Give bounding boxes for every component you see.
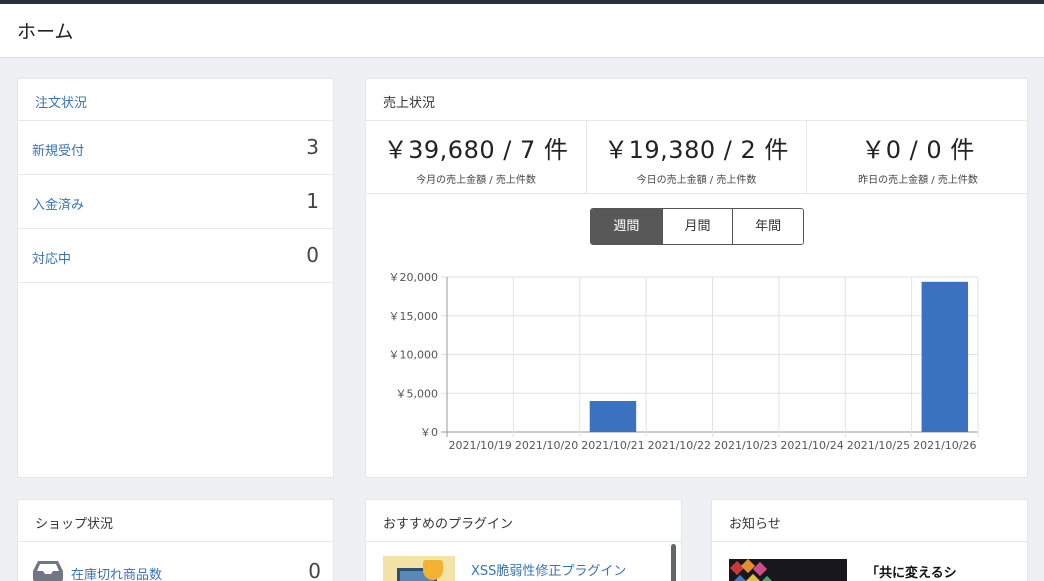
order-status-title[interactable]: 注文状況 — [18, 79, 333, 121]
kpi-caption: 今月の売上金額 / 売上件数 — [416, 175, 536, 186]
page-title: ホーム — [17, 21, 74, 43]
sales-bar-chart: ￥0 ￥5,000 ￥10,000 ￥15,000 ￥20,000 2021/10/19 2… — [389, 271, 979, 452]
plugin-link[interactable]: XSS脆弱性修正プラグイン — [471, 560, 626, 579]
kpi-today: ￥19,380 / 2 件 今日の売上金額 / 売上件数 — [586, 121, 806, 194]
y-tick-label: ￥15,000 — [389, 310, 439, 323]
news-title: お知らせ — [712, 500, 1027, 542]
x-tick-label: 2021/10/19 — [448, 439, 511, 452]
plugins-scrollbar[interactable] — [671, 544, 676, 581]
kpi-caption: 今日の売上金額 / 売上件数 — [636, 175, 757, 186]
order-status-card: 注文状況 新規受付 3 入金済み 1 対応中 0 — [17, 78, 334, 478]
bar — [921, 281, 969, 432]
kpi-value: ￥39,680 / 7 件 — [383, 136, 569, 164]
tab-weekly[interactable]: 週間 — [591, 209, 662, 244]
plugin-thumbnail[interactable] — [383, 556, 455, 581]
hex-shape — [752, 561, 768, 577]
order-row-new[interactable]: 新規受付 3 — [18, 121, 333, 175]
kpi-month: ￥39,680 / 7 件 今月の売上金額 / 売上件数 — [366, 121, 586, 194]
order-row-count: 1 — [306, 189, 319, 213]
order-row-count: 3 — [306, 135, 319, 159]
news-card: お知らせ 「共に変えるシ — [711, 499, 1028, 581]
out-of-stock-link[interactable]: 在庫切れ商品数 — [71, 564, 162, 581]
period-toggle: 週間 月間 年間 — [590, 208, 804, 245]
page-header: ホーム — [0, 4, 1044, 58]
x-tick-label: 2021/10/24 — [780, 439, 843, 452]
y-tick-label: ￥5,000 — [396, 387, 439, 400]
hex-shape — [759, 575, 775, 581]
tab-yearly[interactable]: 年間 — [732, 209, 803, 244]
kpi-yesterday: ￥0 / 0 件 昨日の売上金額 / 売上件数 — [806, 121, 1027, 194]
kpi-value: ￥0 / 0 件 — [861, 136, 975, 164]
shop-status-card: ショップ状況 在庫切れ商品数 0 — [17, 499, 334, 581]
bar — [589, 401, 637, 432]
x-tick-label: 2021/10/25 — [847, 439, 910, 452]
x-tick-label: 2021/10/21 — [581, 439, 644, 452]
order-row-in-progress[interactable]: 対応中 0 — [18, 229, 333, 283]
kpi-value: ￥19,380 / 2 件 — [604, 136, 789, 164]
out-of-stock-count: 0 — [308, 559, 321, 581]
y-tick-label: ￥0 — [420, 426, 438, 439]
out-of-stock-row[interactable]: 在庫切れ商品数 0 — [18, 542, 333, 581]
x-tick-label: 2021/10/22 — [648, 439, 711, 452]
hex-shape — [740, 559, 756, 574]
recommended-plugins-card: おすすめのプラグイン XSS脆弱性修正プラグイン — [365, 499, 682, 581]
x-tick-label: 2021/10/23 — [714, 439, 777, 452]
sales-status-title: 売上状況 — [366, 79, 1027, 121]
news-thumbnail[interactable] — [729, 559, 847, 581]
sales-kpis: ￥39,680 / 7 件 今月の売上金額 / 売上件数 ￥19,380 / 2… — [366, 121, 1027, 194]
kpi-caption: 昨日の売上金額 / 売上件数 — [858, 175, 978, 186]
news-item-title[interactable]: 「共に変えるシ — [866, 562, 957, 581]
order-row-label[interactable]: 新規受付 — [32, 140, 84, 159]
x-tick-label: 2021/10/20 — [515, 439, 578, 452]
y-tick-label: ￥20,000 — [389, 271, 439, 284]
inbox-tray-icon — [33, 561, 63, 581]
order-row-count: 0 — [306, 243, 319, 267]
shop-status-title: ショップ状況 — [18, 500, 333, 542]
y-tick-label: ￥10,000 — [389, 349, 439, 362]
order-row-paid[interactable]: 入金済み 1 — [18, 175, 333, 229]
shield-icon — [423, 560, 443, 580]
plugins-title: おすすめのプラグイン — [366, 500, 681, 542]
order-row-label[interactable]: 対応中 — [32, 248, 71, 267]
sales-status-card: 売上状況 ￥39,680 / 7 件 今月の売上金額 / 売上件数 ￥19,38… — [365, 78, 1028, 478]
order-row-label[interactable]: 入金済み — [32, 194, 84, 213]
tab-monthly[interactable]: 月間 — [661, 209, 733, 244]
x-tick-label: 2021/10/26 — [913, 439, 976, 452]
